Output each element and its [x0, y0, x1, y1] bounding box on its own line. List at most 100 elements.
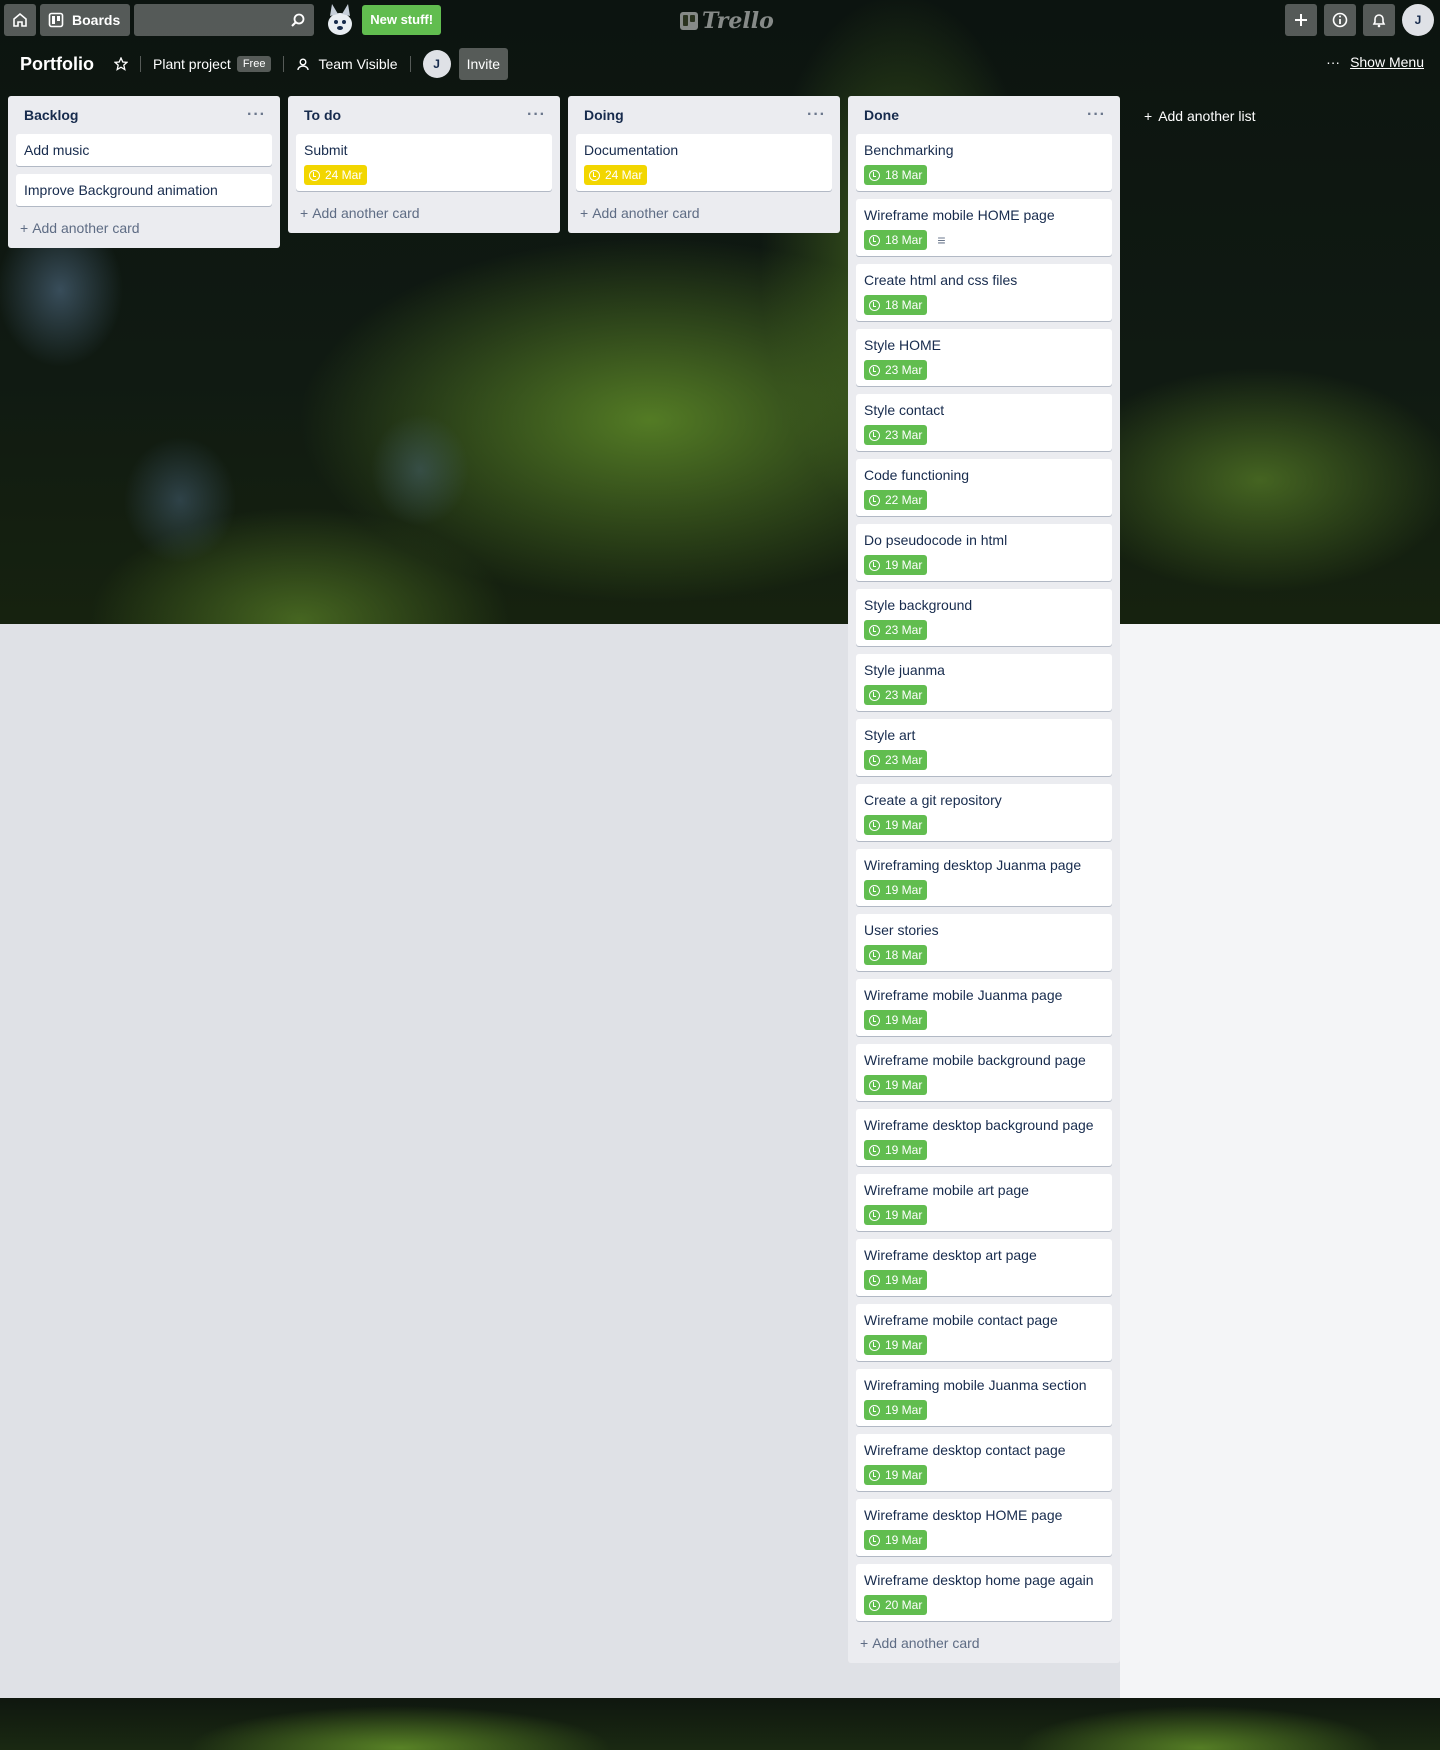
card[interactable]: Wireframe mobile HOME page 18 Mar ≡ [856, 199, 1112, 256]
card[interactable]: Style juanma 23 Mar [856, 654, 1112, 711]
visibility-label: Team Visible [318, 56, 398, 72]
card[interactable]: Wireframe mobile contact page 19 Mar [856, 1304, 1112, 1361]
due-date-badge[interactable]: 24 Mar [304, 165, 368, 185]
card[interactable]: Style contact 23 Mar [856, 394, 1112, 451]
due-date-badge[interactable]: 23 Mar [864, 750, 928, 770]
due-date-badge[interactable]: 23 Mar [864, 620, 928, 640]
due-date-badge[interactable]: 19 Mar [864, 1010, 928, 1030]
team-name[interactable]: Plant project [153, 56, 231, 72]
card[interactable]: Improve Background animation [16, 174, 272, 206]
due-date-badge[interactable]: 24 Mar [584, 165, 648, 185]
list-to-do: To do ··· Submit 24 Mar + Add another card [288, 96, 560, 233]
boards-button[interactable]: Boards [40, 4, 131, 36]
add-list-button[interactable]: + Add another list [1138, 104, 1261, 128]
list-header[interactable]: Done ··· [856, 96, 1112, 134]
due-date-badge[interactable]: 22 Mar [864, 490, 928, 510]
list-menu-icon[interactable]: ··· [527, 106, 546, 124]
due-date-badge[interactable]: 19 Mar [864, 815, 928, 835]
due-date-badge[interactable]: 23 Mar [864, 685, 928, 705]
card[interactable]: Wireframe mobile background page 19 Mar [856, 1044, 1112, 1101]
due-date-badge[interactable]: 19 Mar [864, 1075, 928, 1095]
list-title[interactable]: Backlog [24, 107, 78, 123]
card[interactable]: Style HOME 23 Mar [856, 329, 1112, 386]
card-title: Improve Background animation [24, 182, 218, 198]
card[interactable]: Wireframe desktop art page 19 Mar [856, 1239, 1112, 1296]
card[interactable]: Wireframe desktop background page 19 Mar [856, 1109, 1112, 1166]
add-card-label: Add another card [592, 205, 700, 221]
info-button[interactable] [1324, 4, 1356, 36]
due-date-badge[interactable]: 19 Mar [864, 880, 928, 900]
due-date-badge[interactable]: 19 Mar [864, 1465, 928, 1485]
due-date-badge[interactable]: 19 Mar [864, 555, 928, 575]
card[interactable]: Create a git repository 19 Mar [856, 784, 1112, 841]
notifications-button[interactable] [1363, 4, 1395, 36]
list-header[interactable]: To do ··· [296, 96, 552, 134]
add-card-button[interactable]: + Add another card [16, 214, 272, 244]
list-menu-icon[interactable]: ··· [807, 106, 826, 124]
due-date-badge[interactable]: 19 Mar [864, 1140, 928, 1160]
due-date-badge[interactable]: 18 Mar [864, 165, 928, 185]
due-date-badge[interactable]: 18 Mar [864, 295, 928, 315]
card[interactable]: Documentation 24 Mar [576, 134, 832, 191]
add-card-button[interactable]: + Add another card [296, 199, 552, 229]
due-date-badge[interactable]: 19 Mar [864, 1335, 928, 1355]
card-title: Wireframe desktop background page [864, 1117, 1094, 1133]
home-button[interactable] [4, 4, 36, 36]
trello-logo[interactable]: Trello [680, 8, 774, 34]
due-date-badge[interactable]: 19 Mar [864, 1400, 928, 1420]
list-title[interactable]: Doing [584, 107, 624, 123]
member-avatar[interactable]: J [422, 50, 451, 78]
add-card-button[interactable]: + Add another card [576, 199, 832, 229]
list-header[interactable]: Backlog ··· [16, 96, 272, 134]
card[interactable]: Wireframe desktop home page again 20 Mar [856, 1564, 1112, 1621]
card[interactable]: Wireframing mobile Juanma section 19 Mar [856, 1369, 1112, 1426]
card[interactable]: Wireframe mobile art page 19 Mar [856, 1174, 1112, 1231]
user-avatar[interactable]: J [1402, 4, 1434, 36]
list-title[interactable]: To do [304, 107, 341, 123]
add-card-label: Add another card [872, 1635, 980, 1651]
card[interactable]: Do pseudocode in html 19 Mar [856, 524, 1112, 581]
list-title[interactable]: Done [864, 107, 899, 123]
clock-icon [869, 1144, 880, 1156]
create-button[interactable] [1285, 4, 1317, 36]
card[interactable]: Add music [16, 134, 272, 166]
card[interactable]: Style art 23 Mar [856, 719, 1112, 776]
add-card-button[interactable]: + Add another card [856, 1629, 1112, 1659]
list-doing: Doing ··· Documentation 24 Mar + Add another … [568, 96, 840, 233]
nav-right-actions: J [1285, 4, 1434, 36]
due-date-badge[interactable]: 20 Mar [864, 1595, 928, 1615]
due-date-badge[interactable]: 19 Mar [864, 1270, 928, 1290]
card[interactable]: Create html and css files 18 Mar [856, 264, 1112, 321]
list-menu-icon[interactable]: ··· [247, 106, 266, 124]
visibility-button[interactable]: Team Visible [296, 56, 398, 72]
due-date-text: 19 Mar [885, 558, 923, 572]
card[interactable]: Submit 24 Mar [296, 134, 552, 191]
due-date-badge[interactable]: 18 Mar [864, 230, 928, 250]
due-date-text: 19 Mar [885, 818, 923, 832]
search-input[interactable] [134, 4, 315, 36]
new-stuff-button[interactable]: New stuff! [362, 5, 442, 35]
taco-mascot-icon[interactable] [322, 2, 358, 38]
card[interactable]: Benchmarking 18 Mar [856, 134, 1112, 191]
card[interactable]: Wireframe desktop contact page 19 Mar [856, 1434, 1112, 1491]
due-date-badge[interactable]: 23 Mar [864, 360, 928, 380]
invite-button[interactable]: Invite [458, 48, 509, 80]
list-header[interactable]: Doing ··· [576, 96, 832, 134]
show-menu-button[interactable]: ··· Show Menu [1326, 54, 1424, 70]
due-date-badge[interactable]: 23 Mar [864, 425, 928, 445]
card[interactable]: Wireframe mobile Juanma page 19 Mar [856, 979, 1112, 1036]
card[interactable]: Wireframe desktop HOME page 19 Mar [856, 1499, 1112, 1556]
list-menu-icon[interactable]: ··· [1087, 106, 1106, 124]
due-date-badge[interactable]: 19 Mar [864, 1530, 928, 1550]
card-badges: 19 Mar [864, 880, 1104, 900]
card[interactable]: Code functioning 22 Mar [856, 459, 1112, 516]
search-icon [291, 13, 305, 27]
card[interactable]: Wireframing desktop Juanma page 19 Mar [856, 849, 1112, 906]
card-badges: 23 Mar [864, 685, 1104, 705]
due-date-badge[interactable]: 18 Mar [864, 945, 928, 965]
due-date-badge[interactable]: 19 Mar [864, 1205, 928, 1225]
card[interactable]: User stories 18 Mar [856, 914, 1112, 971]
board-title[interactable]: Portfolio [20, 54, 94, 75]
star-button[interactable] [114, 57, 128, 71]
card[interactable]: Style background 23 Mar [856, 589, 1112, 646]
